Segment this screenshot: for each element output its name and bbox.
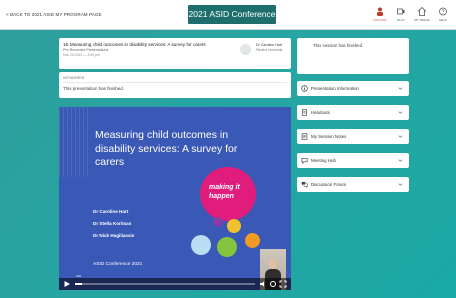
panel-meeting-hub[interactable]: Meeting Hub [297, 153, 409, 168]
chevron-down-icon [398, 135, 403, 138]
session-header-card: 1E Measuring child outcomes in disabilit… [59, 38, 291, 69]
slide-footer: ASID Conference 2021 [93, 262, 143, 267]
session-status-notice: This session has finished [297, 38, 409, 74]
top-bar: < BACK TO 2021 ASID MY PROGRAM PAGE 2021… [0, 0, 456, 30]
video-icon [397, 8, 405, 15]
presenter-head [269, 259, 277, 269]
volume-icon[interactable] [259, 280, 267, 288]
session-time: Dec 10 2021 — 2:00 pm [63, 53, 100, 57]
decor-circle-yellow [227, 219, 241, 233]
panel-label: Discussion Forum [311, 182, 347, 187]
chair-label: Dr Caroline Hart [256, 43, 282, 47]
decor-circle-green [217, 237, 237, 257]
chevron-down-icon [398, 87, 403, 90]
session-type: Pre-Recorded Presentations [63, 48, 109, 52]
slide-author: Dr Caroline Hart [93, 209, 129, 214]
panel-presentation-information[interactable]: Presentation Information [297, 81, 409, 96]
keywords-divider [63, 82, 287, 83]
chair-affiliation: Flinders University [256, 48, 283, 52]
decor-circle-lightblue [191, 235, 211, 255]
logout-button[interactable]: LOG OUT [371, 5, 389, 25]
slide-author: Dr Stella Koritsas [93, 221, 132, 226]
fullscreen-icon[interactable] [279, 280, 287, 288]
video-player[interactable]: Measuring child outcomes in disability s… [59, 107, 291, 290]
keywords-card: KEYWORDS This presentation has finished. [59, 72, 291, 98]
notes-icon [301, 133, 308, 140]
progress-fill [75, 283, 83, 285]
slide-author: Dr Nick Hagiliassis [93, 233, 135, 238]
brand-logo-text: making it happen [209, 184, 240, 200]
slide-authors: Dr Caroline Hart Dr Stella Koritsas Dr N… [93, 206, 134, 242]
play-button[interactable]: PLAY [392, 5, 410, 25]
logout-icon [377, 7, 383, 16]
chat-icon [301, 157, 308, 164]
back-to-program-link[interactable]: < BACK TO 2021 ASID MY PROGRAM PAGE [6, 12, 102, 17]
panel-handouts[interactable]: Handouts [297, 105, 409, 120]
my-space-label: MY SPACE [414, 18, 430, 22]
help-icon: ? [439, 7, 447, 16]
progress-bar[interactable] [75, 283, 255, 285]
decor-circle-magenta [241, 203, 251, 213]
logout-label: LOG OUT [373, 18, 387, 22]
decor-circle-purple [213, 217, 223, 227]
info-icon [301, 85, 308, 92]
home-icon [418, 7, 426, 16]
chair-avatar [240, 44, 251, 55]
document-icon [301, 109, 308, 116]
play-icon[interactable] [63, 280, 71, 288]
chevron-down-icon [398, 183, 403, 186]
session-status-text: This session has finished [313, 43, 363, 48]
user-actions: LOG OUT PLAY MY SPACE ? HELP [371, 5, 452, 25]
panel-discussion-forum[interactable]: Discussion Forum [297, 177, 409, 192]
conference-title: 2021 ASID Conference [188, 5, 276, 24]
decor-circle-orange [245, 233, 260, 248]
play-label: PLAY [397, 18, 405, 22]
svg-text:?: ? [442, 9, 445, 15]
slide-title: Measuring child outcomes in disability s… [95, 129, 238, 168]
keywords-text: This presentation has finished. [63, 86, 125, 91]
video-controls: 0:00 [59, 275, 291, 290]
panel-label: Handouts [311, 110, 330, 115]
my-space-button[interactable]: MY SPACE [413, 5, 431, 25]
panel-label: My Session Notes [311, 134, 347, 139]
panel-my-session-notes[interactable]: My Session Notes [297, 129, 409, 144]
time-readout: 0:00 [76, 275, 82, 278]
help-button[interactable]: ? HELP [434, 5, 452, 25]
chevron-down-icon [398, 111, 403, 114]
forum-icon [301, 181, 308, 188]
help-label: HELP [439, 18, 447, 22]
panel-label: Presentation Information [311, 86, 359, 91]
keywords-heading: KEYWORDS [63, 76, 85, 80]
panel-label: Meeting Hub [311, 158, 336, 163]
session-title: 1E Measuring child outcomes in disabilit… [63, 42, 206, 47]
slide-decoration [59, 107, 89, 177]
settings-icon[interactable] [269, 280, 277, 288]
chevron-down-icon [398, 159, 403, 162]
